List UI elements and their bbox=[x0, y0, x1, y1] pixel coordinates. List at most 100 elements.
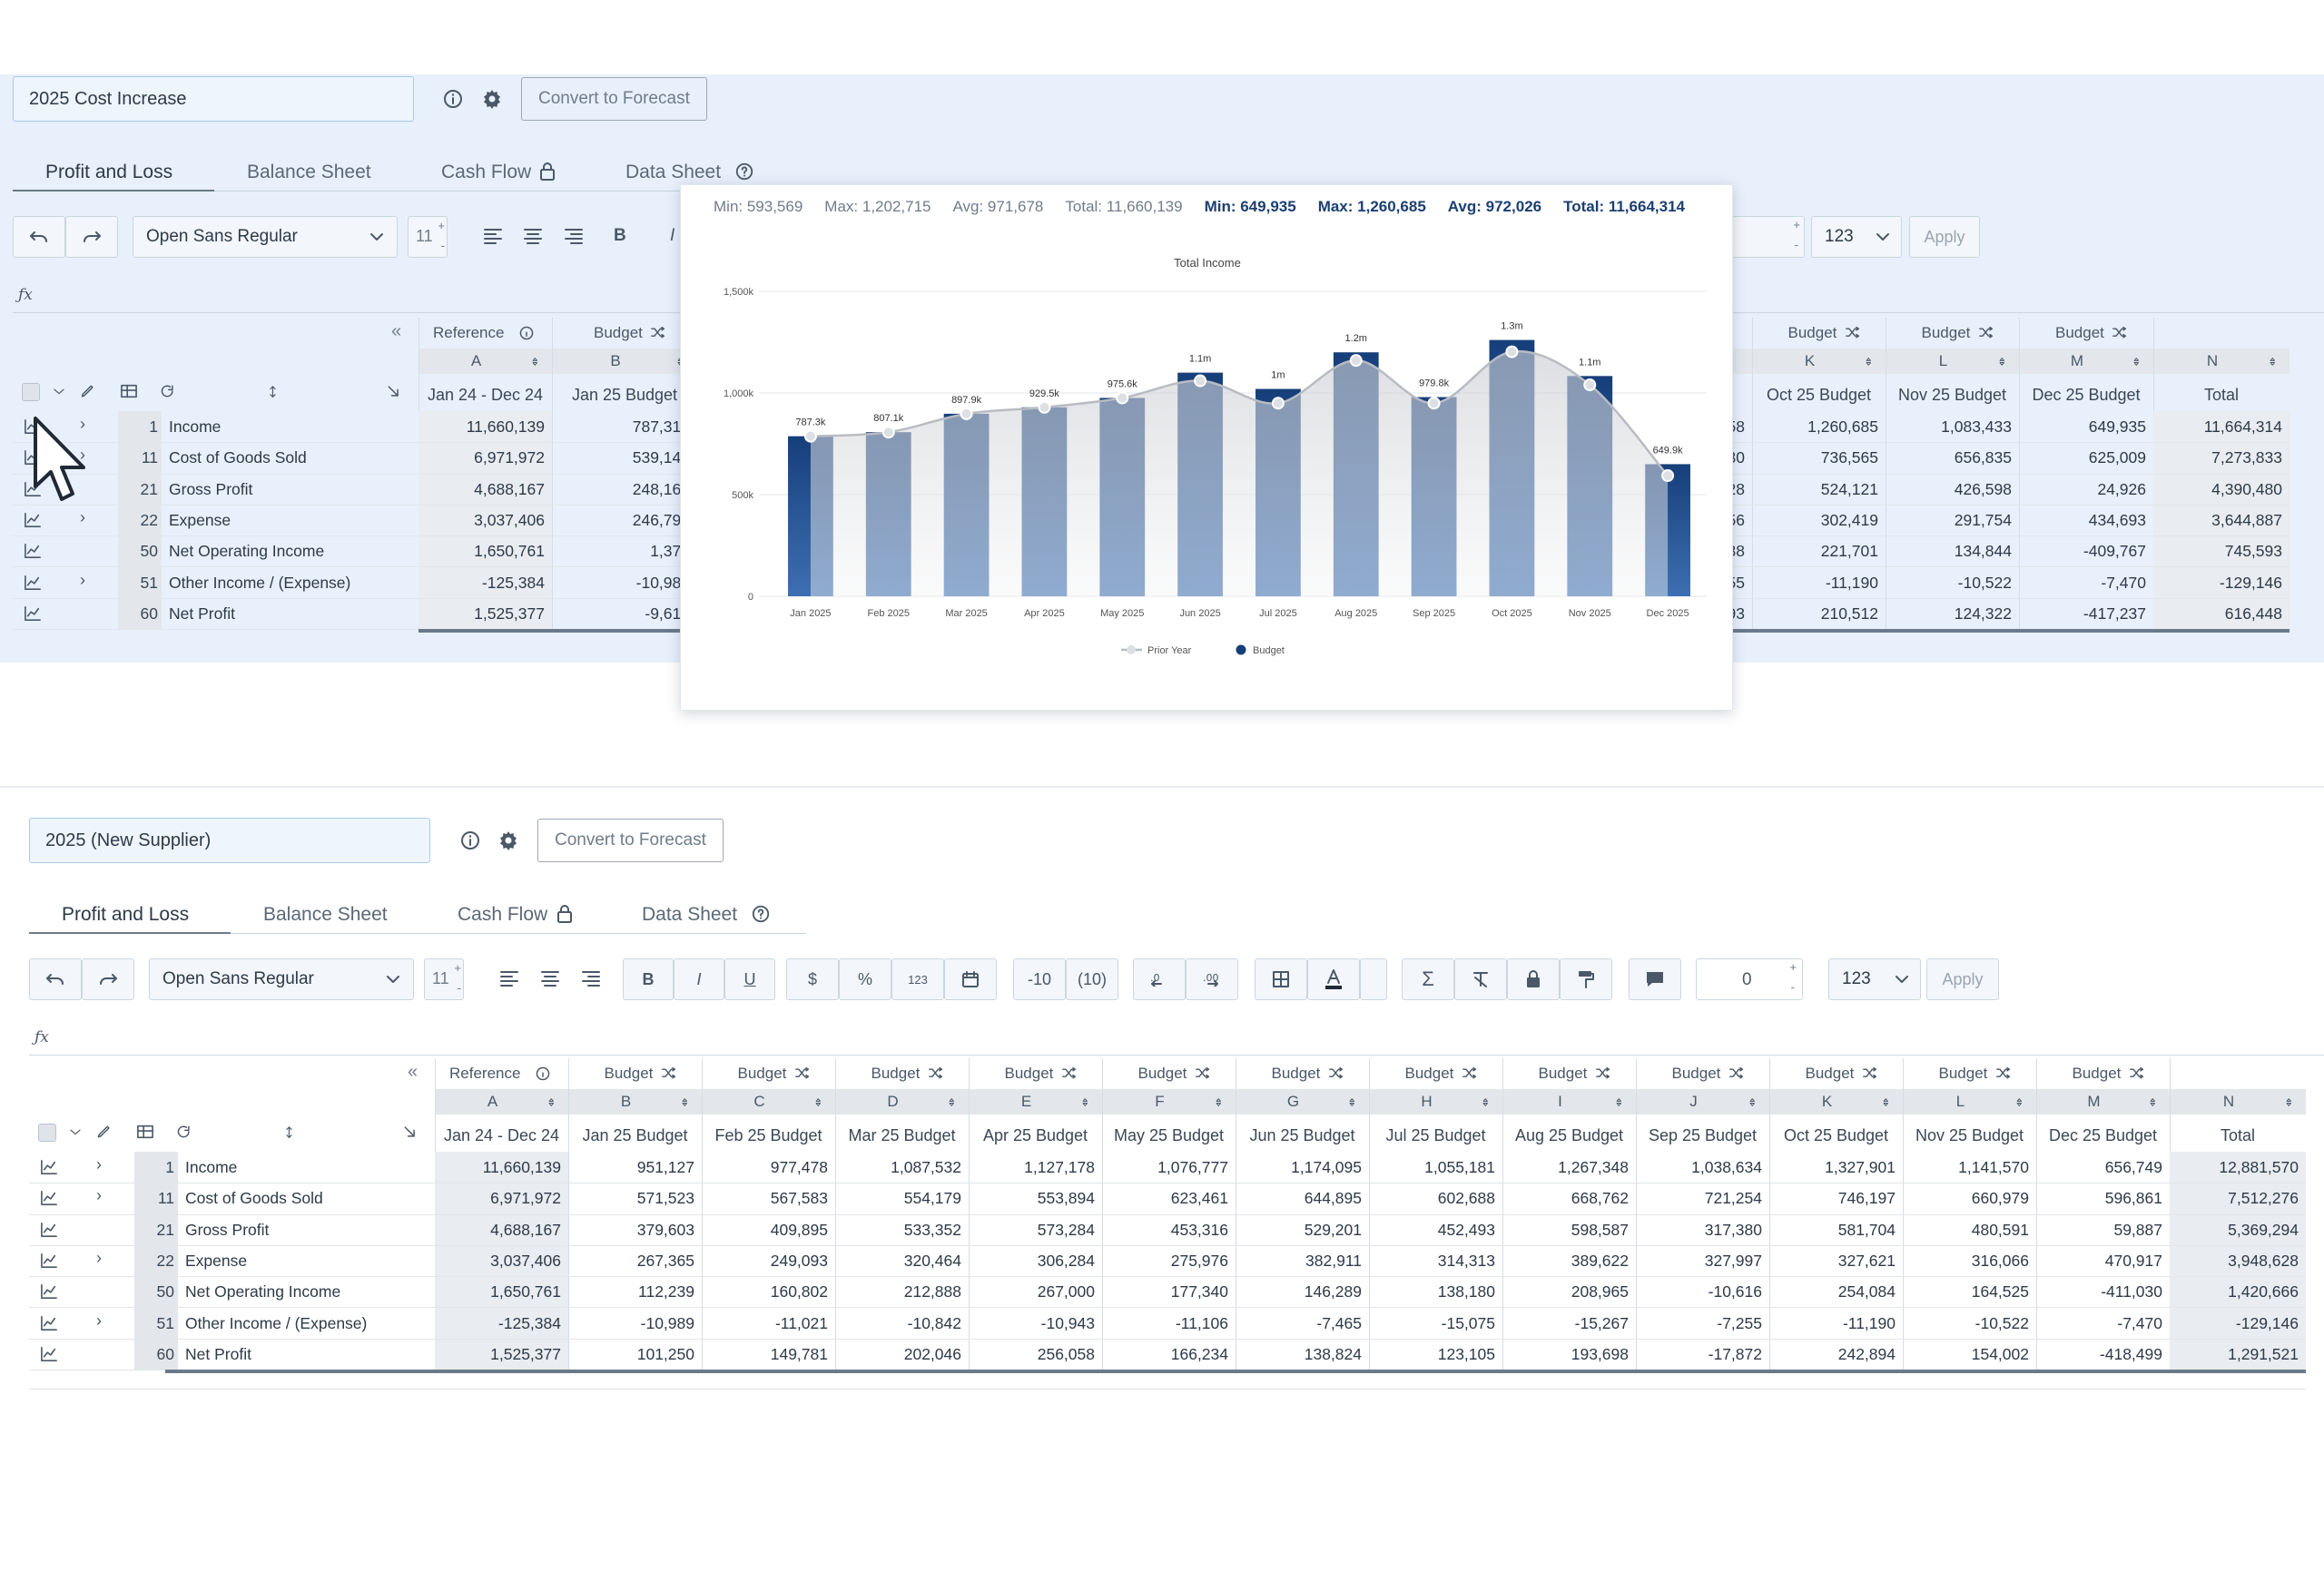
table-cell[interactable]: 314,313 bbox=[1369, 1252, 1502, 1271]
pencil-icon[interactable] bbox=[80, 383, 96, 399]
table-cell[interactable]: -411,030 bbox=[2036, 1282, 2170, 1301]
text-color-button[interactable] bbox=[1307, 958, 1360, 1000]
table-cell[interactable]: 210,512 bbox=[1752, 604, 1886, 624]
table-cell[interactable]: 660,979 bbox=[1903, 1189, 2036, 1208]
apply-button[interactable]: Apply bbox=[1926, 958, 1999, 1000]
table-cell[interactable]: 6,971,972 bbox=[435, 1189, 568, 1208]
column-letter[interactable]: K bbox=[1769, 1093, 1885, 1115]
row-label[interactable]: Net Profit bbox=[185, 1345, 428, 1364]
column-letter[interactable]: B bbox=[568, 1093, 684, 1115]
column-letter[interactable]: L bbox=[1903, 1093, 2018, 1115]
row-label[interactable]: Gross Profit bbox=[185, 1221, 428, 1240]
column-letter[interactable]: C bbox=[702, 1093, 817, 1115]
table-cell[interactable]: -10,522 bbox=[1903, 1314, 2036, 1333]
table-cell[interactable]: 1,420,666 bbox=[2170, 1282, 2306, 1301]
table-cell[interactable]: 306,284 bbox=[969, 1252, 1102, 1271]
legend-budget-label[interactable]: Budget bbox=[1253, 645, 1285, 656]
shuffle-icon[interactable] bbox=[1978, 326, 1994, 340]
table-cell[interactable]: 644,895 bbox=[1236, 1189, 1369, 1208]
table-cell[interactable]: -11,021 bbox=[702, 1314, 835, 1333]
align-right-icon[interactable] bbox=[581, 969, 601, 987]
table-cell[interactable]: -10,522 bbox=[1886, 574, 2019, 593]
table-cell[interactable]: 275,976 bbox=[1102, 1252, 1236, 1271]
table-cell[interactable]: 721,254 bbox=[1636, 1189, 1769, 1208]
table-row[interactable]: › 1 Income 11,660,139 951,127 977,478 1,087,53… bbox=[29, 1152, 2306, 1184]
expand-row-icon[interactable]: › bbox=[80, 571, 85, 590]
prior-year-point[interactable] bbox=[1505, 345, 1519, 358]
lock-cell-button[interactable] bbox=[1507, 958, 1560, 1000]
table-cell[interactable]: 1,525,377 bbox=[419, 604, 552, 624]
shuffle-icon[interactable] bbox=[794, 1066, 811, 1081]
table-row[interactable]: › 11 Cost of Goods Sold 6,971,972 571,523 567… bbox=[29, 1183, 2306, 1215]
help-icon[interactable] bbox=[734, 162, 754, 182]
table-cell[interactable]: 3,037,406 bbox=[435, 1252, 568, 1271]
table-cell[interactable]: -409,767 bbox=[2019, 542, 2153, 561]
column-header[interactable]: Oct 25 Budget bbox=[1769, 1126, 1903, 1150]
table-cell[interactable]: -417,237 bbox=[2019, 604, 2153, 624]
table-cell[interactable]: 533,352 bbox=[835, 1221, 969, 1240]
table-cell[interactable]: 166,234 bbox=[1102, 1345, 1236, 1364]
convert-to-forecast-button[interactable]: Convert to Forecast bbox=[537, 819, 724, 862]
align-center-icon[interactable] bbox=[540, 969, 560, 987]
shuffle-icon[interactable] bbox=[1328, 1066, 1344, 1081]
table-cell[interactable]: 746,197 bbox=[1769, 1189, 1903, 1208]
sort-icon[interactable] bbox=[1883, 1095, 1894, 1111]
font-size-stepper[interactable]: 11 + - bbox=[424, 958, 464, 1000]
prior-year-point[interactable] bbox=[1583, 378, 1597, 392]
column-header[interactable]: Feb 25 Budget bbox=[702, 1126, 835, 1150]
expand-row-icon[interactable]: › bbox=[96, 1155, 102, 1174]
redo-button[interactable] bbox=[65, 216, 118, 258]
table-cell[interactable]: 320,464 bbox=[835, 1252, 969, 1271]
font-family-select[interactable]: Open Sans Regular bbox=[149, 958, 414, 1000]
table-cell[interactable]: 616,448 bbox=[2153, 604, 2290, 624]
convert-to-forecast-button[interactable]: Convert to Forecast bbox=[521, 77, 707, 121]
table-cell[interactable]: -7,470 bbox=[2019, 574, 2153, 593]
table-cell[interactable]: 134,844 bbox=[1886, 542, 2019, 561]
table-cell[interactable]: -11,106 bbox=[1102, 1314, 1236, 1333]
comment-button[interactable] bbox=[1629, 958, 1681, 1000]
negative-parentheses-button[interactable]: (10) bbox=[1066, 958, 1118, 1000]
info-icon[interactable] bbox=[535, 1066, 551, 1082]
table-cell[interactable]: 149,781 bbox=[702, 1345, 835, 1364]
table-cell[interactable]: 146,289 bbox=[1236, 1282, 1369, 1301]
column-letter[interactable]: M bbox=[2036, 1093, 2152, 1115]
currency-format-button[interactable]: $ bbox=[786, 958, 839, 1000]
italic-icon[interactable]: I bbox=[670, 226, 675, 246]
table-cell[interactable]: 327,621 bbox=[1769, 1252, 1903, 1271]
column-header[interactable]: Jan 25 Budget bbox=[552, 386, 697, 409]
table-grid-icon[interactable] bbox=[136, 1124, 154, 1140]
scenario-name-input[interactable]: 2025 (New Supplier) bbox=[29, 818, 430, 863]
table-cell[interactable]: 101,250 bbox=[568, 1345, 702, 1364]
tab-balance-sheet[interactable]: Balance Sheet bbox=[263, 895, 388, 938]
tab-data-sheet[interactable]: Data Sheet bbox=[642, 895, 737, 938]
tab-balance-sheet[interactable]: Balance Sheet bbox=[247, 152, 371, 196]
expand-row-icon[interactable]: › bbox=[96, 1249, 102, 1268]
table-cell[interactable]: 581,704 bbox=[1769, 1221, 1903, 1240]
row-label[interactable]: Net Profit bbox=[169, 604, 411, 624]
table-cell[interactable]: 138,824 bbox=[1236, 1345, 1369, 1364]
table-cell[interactable]: 302,419 bbox=[1752, 511, 1886, 530]
table-cell[interactable]: 567,583 bbox=[702, 1189, 835, 1208]
column-header[interactable]: Dec 25 Budget bbox=[2019, 386, 2153, 409]
table-cell[interactable]: -7,470 bbox=[2036, 1314, 2170, 1333]
table-cell[interactable]: 668,762 bbox=[1502, 1189, 1636, 1208]
row-label[interactable]: Income bbox=[169, 417, 411, 437]
table-cell[interactable]: 112,239 bbox=[568, 1282, 702, 1301]
prior-year-point[interactable] bbox=[803, 429, 817, 443]
table-cell[interactable]: 1,141,570 bbox=[1903, 1158, 2036, 1177]
table-cell[interactable]: 246,798 bbox=[552, 511, 697, 530]
shuffle-icon[interactable] bbox=[928, 1066, 944, 1081]
row-label[interactable]: Cost of Goods Sold bbox=[169, 448, 411, 467]
table-cell[interactable]: 249,093 bbox=[702, 1252, 835, 1271]
table-cell[interactable]: 24,926 bbox=[2019, 480, 2153, 499]
info-icon[interactable] bbox=[459, 830, 481, 851]
table-cell[interactable]: 623,461 bbox=[1102, 1189, 1236, 1208]
table-cell[interactable]: 1,327,901 bbox=[1769, 1158, 1903, 1177]
table-cell[interactable]: 7,512,276 bbox=[2170, 1189, 2306, 1208]
column-letter[interactable]: I bbox=[1502, 1093, 1618, 1115]
table-cell[interactable]: -7,255 bbox=[1636, 1314, 1769, 1333]
sort-icon[interactable] bbox=[2016, 1095, 2027, 1111]
table-cell[interactable]: 267,365 bbox=[568, 1252, 702, 1271]
refresh-icon[interactable] bbox=[160, 383, 176, 399]
table-cell[interactable]: -129,146 bbox=[2170, 1314, 2306, 1333]
